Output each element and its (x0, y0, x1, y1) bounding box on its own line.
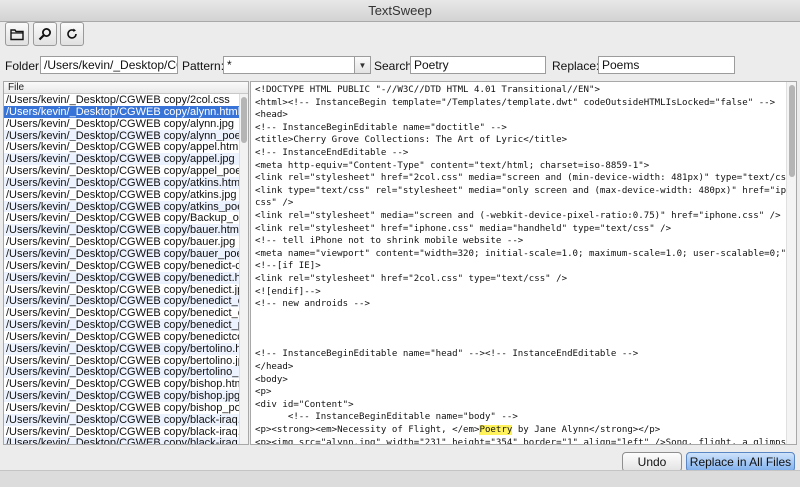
code-line: <!-- InstanceBeginEditable name="head" -… (255, 349, 639, 360)
app-window: TextSweep Folder: /Users/kevin/_Desktop/… (0, 0, 800, 487)
refresh-button[interactable] (60, 22, 84, 46)
pattern-combo[interactable]: * (223, 56, 355, 74)
code-line: <![endif]--> (255, 286, 321, 297)
code-line: <p><img src="alynn.jpg" width="231" heig… (255, 437, 797, 445)
search-input[interactable]: Poetry (410, 56, 546, 74)
replace-in-all-files-button[interactable]: Replace in All Files (686, 452, 795, 472)
code-line: <p><strong><em>Necessity of Flight, </em… (255, 425, 661, 436)
file-list-panel: File /Users/kevin/_Desktop/CGWEB copy/2c… (3, 81, 249, 445)
code-line: <!DOCTYPE HTML PUBLIC "-//W3C//DTD HTML … (255, 85, 600, 95)
file-list-item[interactable]: /Users/kevin/_Desktop/CGWEB copy/bertoli… (4, 355, 240, 367)
magnifier-icon (38, 28, 51, 41)
code-line: <body> (255, 374, 288, 385)
file-list-item[interactable]: /Users/kevin/_Desktop/CGWEB copy/benedic… (4, 319, 240, 331)
pattern-label: Pattern: (182, 59, 225, 73)
file-list-item[interactable]: /Users/kevin/_Desktop/CGWEB copy/appel_p… (4, 165, 240, 177)
code-line: <link type="text/css" rel="stylesheet" m… (255, 185, 797, 196)
code-line: <!-- InstanceEndEditable --> (255, 147, 409, 158)
preview-scrollbar[interactable] (786, 82, 796, 444)
file-preview-panel: <!DOCTYPE HTML PUBLIC "-//W3C//DTD HTML … (250, 81, 797, 445)
preview-scroll-thumb[interactable] (789, 85, 795, 177)
file-list-item[interactable]: /Users/kevin/_Desktop/CGWEB copy/benedic… (4, 307, 240, 319)
search-match-highlight: Poetry (479, 425, 513, 436)
open-folder-button[interactable] (5, 22, 29, 46)
code-line: css" /> (255, 198, 294, 209)
file-list-item[interactable]: /Users/kevin/_Desktop/CGWEB copy/bauer.h… (4, 224, 240, 237)
file-list-item[interactable]: /Users/kevin/_Desktop/CGWEB copy/bauer.j… (4, 236, 240, 248)
file-list-item[interactable]: /Users/kevin/_Desktop/CGWEB copy/bishop.… (4, 378, 240, 390)
search-button[interactable] (33, 22, 57, 46)
toolbar (0, 22, 800, 52)
window-title: TextSweep (0, 0, 800, 22)
undo-button[interactable]: Undo (622, 452, 682, 472)
code-line: <!-- InstanceBeginEditable name="body" -… (255, 412, 518, 423)
code-line: <html><!-- InstanceBegin template="/Temp… (255, 97, 776, 108)
file-list-item[interactable]: /Users/kevin/_Desktop/CGWEB copy/bertoli… (4, 366, 240, 379)
file-list-item[interactable]: /Users/kevin/_Desktop/CGWEB copy/2col.cs… (4, 94, 240, 106)
code-line: <link rel="stylesheet" href="2col.css" t… (255, 273, 568, 284)
pattern-dropdown-button[interactable]: ▼ (355, 56, 371, 74)
file-list-item[interactable]: /Users/kevin/_Desktop/CGWEB copy/alynn.h… (4, 105, 240, 118)
status-bar (0, 470, 800, 487)
code-line: <head> (255, 110, 288, 121)
file-list-item[interactable]: /Users/kevin/_Desktop/CGWEB copy/bauer_p… (4, 247, 240, 260)
replace-label: Replace: (552, 59, 600, 73)
code-line: <p> (255, 387, 272, 398)
file-list-item[interactable]: /Users/kevin/_Desktop/CGWEB copy/appel.j… (4, 153, 240, 166)
file-list-item[interactable]: /Users/kevin/_Desktop/CGWEB copy/Backup_… (4, 212, 240, 225)
folder-label: Folder: (5, 59, 43, 73)
file-list-item[interactable]: /Users/kevin/_Desktop/CGWEB copy/appel.h… (4, 141, 240, 153)
chevron-down-icon: ▼ (358, 61, 367, 70)
code-line: <link rel="stylesheet" media="screen and… (255, 210, 781, 221)
refresh-icon (67, 28, 77, 39)
file-list-item[interactable]: /Users/kevin/_Desktop/CGWEB copy/black-i… (4, 426, 240, 438)
code-line: </head> (255, 362, 294, 373)
file-list-item[interactable]: /Users/kevin/_Desktop/CGWEB copy/atkins.… (4, 176, 240, 189)
file-list-item[interactable]: /Users/kevin/_Desktop/CGWEB copy/bertoli… (4, 342, 240, 355)
code-line: <meta name="viewport" content="width=320… (255, 248, 797, 259)
file-preview-text[interactable]: <!DOCTYPE HTML PUBLIC "-//W3C//DTD HTML … (255, 84, 797, 445)
file-list: /Users/kevin/_Desktop/CGWEB copy/2col.cs… (4, 94, 240, 444)
file-column-header[interactable]: File (4, 82, 248, 94)
file-list-item[interactable]: /Users/kevin/_Desktop/CGWEB copy/benedic… (4, 260, 240, 272)
folder-input[interactable]: /Users/kevin/_Desktop/CGW (40, 56, 178, 74)
file-list-item[interactable]: /Users/kevin/_Desktop/CGWEB copy/alynn_p… (4, 129, 240, 142)
file-list-item[interactable]: /Users/kevin/_Desktop/CGWEB copy/atkins.… (4, 189, 240, 201)
file-list-item[interactable]: /Users/kevin/_Desktop/CGWEB copy/benedic… (4, 295, 240, 308)
folder-icon (10, 29, 24, 41)
code-line: <meta http-equiv="Content-Type" content=… (255, 160, 650, 171)
code-line: <!-- tell iPhone not to shrink mobile we… (255, 236, 524, 247)
file-list-item[interactable]: /Users/kevin/_Desktop/CGWEB copy/benedic… (4, 271, 240, 284)
code-line: <!-- InstanceBeginEditable name="doctitl… (255, 122, 507, 133)
file-list-item[interactable]: /Users/kevin/_Desktop/CGWEB copy/bishop.… (4, 390, 240, 402)
file-list-item[interactable]: /Users/kevin/_Desktop/CGWEB copy/alynn.j… (4, 118, 240, 130)
file-list-item[interactable]: /Users/kevin/_Desktop/CGWEB copy/benedic… (4, 331, 240, 343)
code-line: <div id="Content"> (255, 399, 354, 410)
code-line: <title>Cherry Grove Collections: The Art… (255, 135, 568, 146)
file-list-item[interactable]: /Users/kevin/_Desktop/CGWEB copy/black-i… (4, 437, 240, 444)
code-line: <link rel="stylesheet" href="2col.css" m… (255, 173, 797, 184)
file-list-item[interactable]: /Users/kevin/_Desktop/CGWEB copy/atkins_… (4, 200, 240, 213)
file-list-item[interactable]: /Users/kevin/_Desktop/CGWEB copy/benedic… (4, 284, 240, 296)
file-list-scrollbar[interactable] (239, 94, 248, 444)
file-list-item[interactable]: /Users/kevin/_Desktop/CGWEB copy/bishop_… (4, 402, 240, 414)
code-line: <link rel="stylesheet" href="iphone.css"… (255, 223, 672, 234)
file-list-scroll-thumb[interactable] (241, 97, 247, 143)
replace-input[interactable]: Poems (598, 56, 735, 74)
search-form: Folder: /Users/kevin/_Desktop/CGW Patter… (0, 56, 800, 76)
code-line: <!--[if IE]> (255, 261, 321, 272)
code-line: <!-- new androids --> (255, 299, 370, 310)
file-list-item[interactable]: /Users/kevin/_Desktop/CGWEB copy/black-i… (4, 413, 240, 426)
